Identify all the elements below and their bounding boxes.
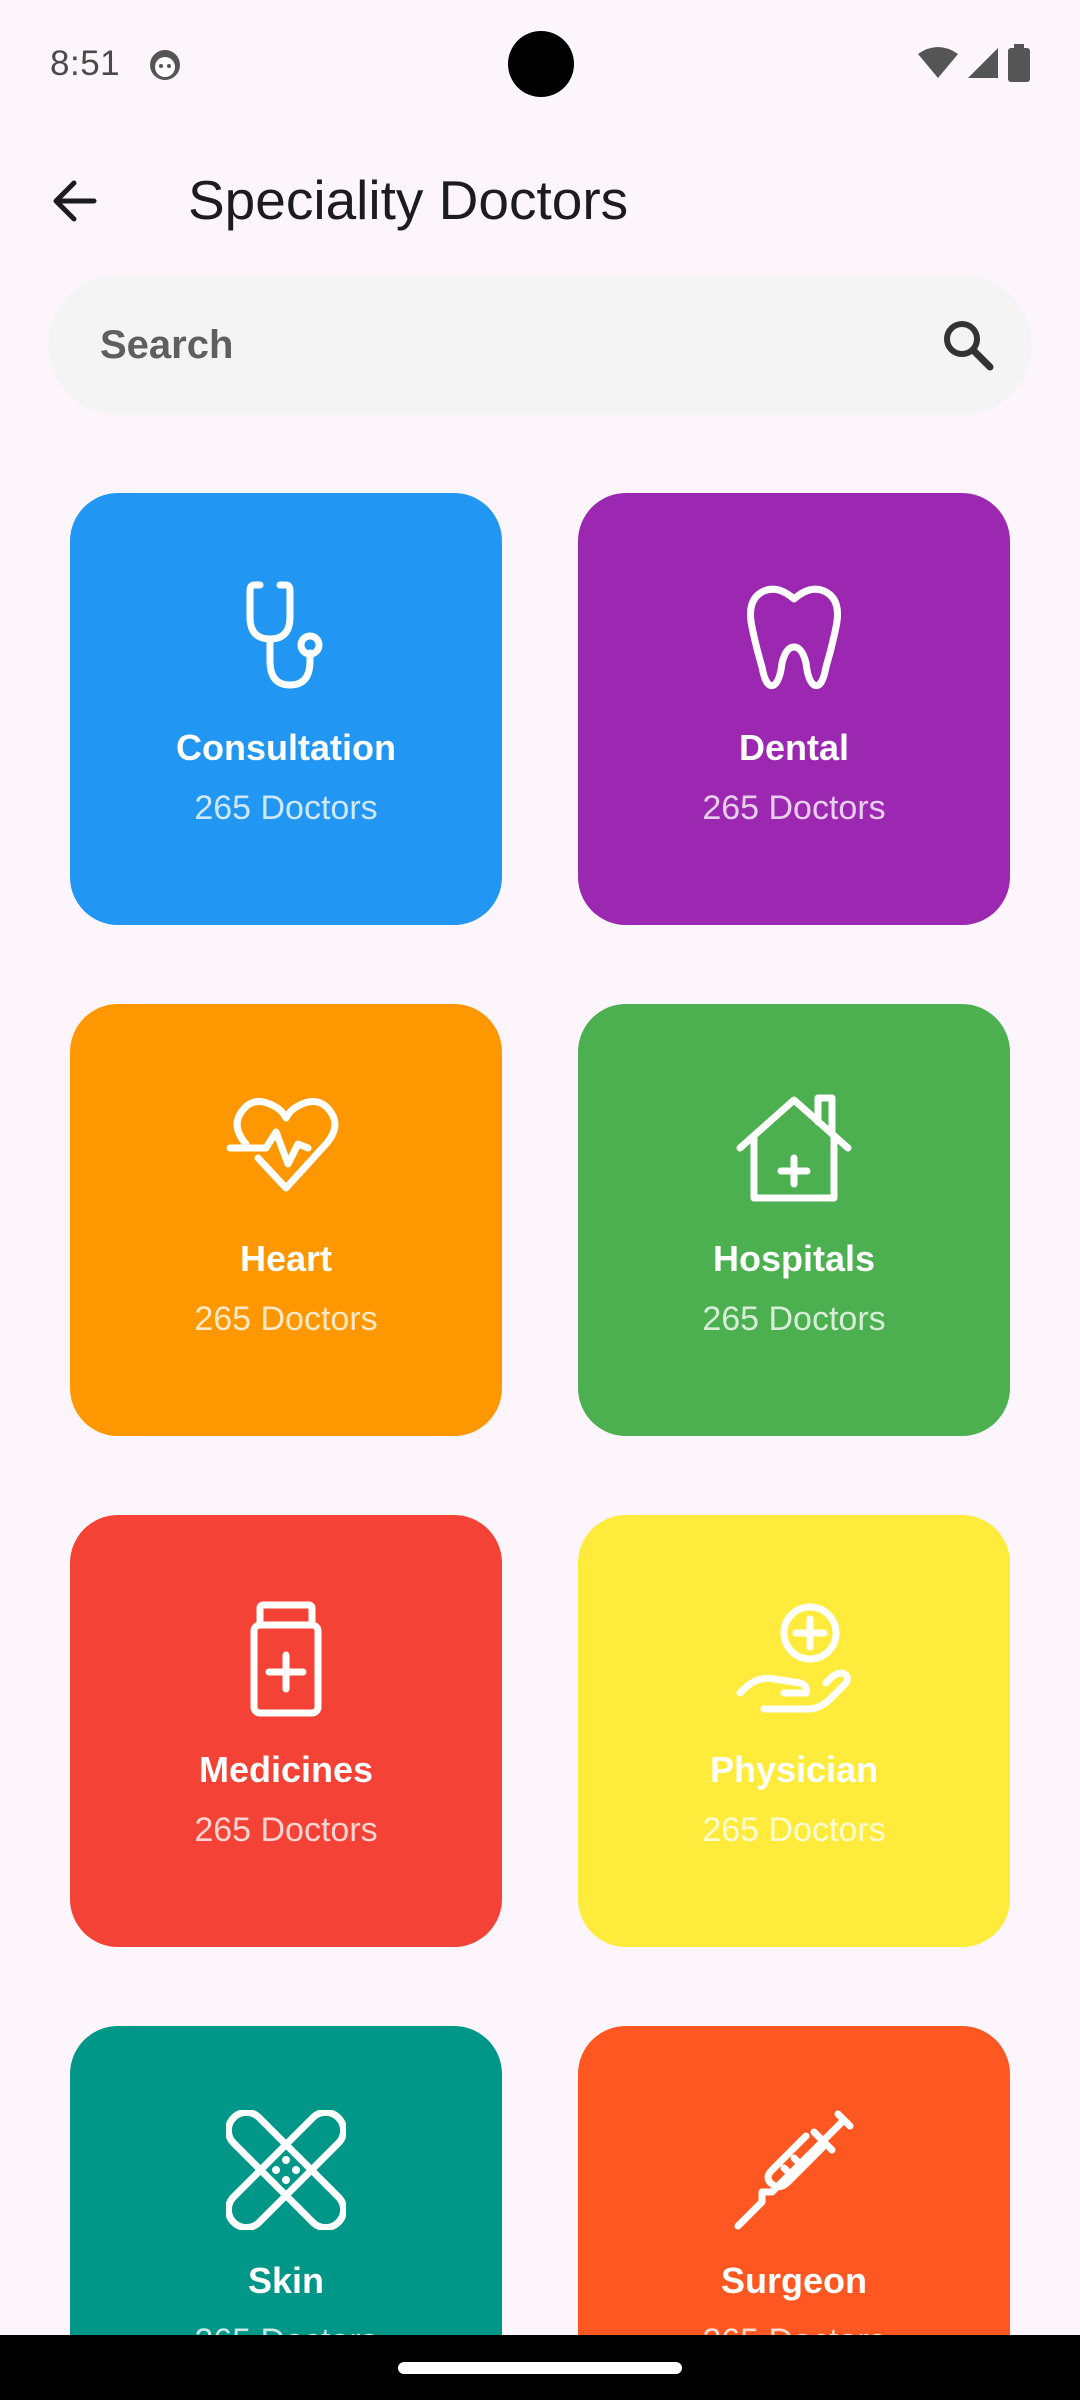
card-doctor-count: 265 Doctors bbox=[702, 789, 886, 827]
category-card-heart[interactable]: Heart 265 Doctors bbox=[70, 1004, 502, 1436]
status-time: 8:51 bbox=[50, 44, 121, 83]
battery-icon bbox=[1008, 44, 1030, 82]
tooth-icon bbox=[747, 585, 841, 690]
card-doctor-count: 265 Doctors bbox=[194, 1300, 378, 1338]
card-title: Dental bbox=[738, 727, 850, 768]
search-bar[interactable] bbox=[48, 275, 1032, 415]
card-title: Hospitals bbox=[712, 1238, 876, 1279]
card-doctor-count: 265 Doctors bbox=[194, 789, 378, 827]
syringe-icon bbox=[734, 2110, 854, 2230]
card-doctor-count: 265 Doctors bbox=[194, 1811, 378, 1849]
category-card-physician[interactable]: Physician 265 Doctors bbox=[578, 1515, 1010, 1947]
card-title: Skin bbox=[247, 2260, 325, 2301]
heart-pulse-icon bbox=[226, 1098, 339, 1192]
hospital-house-icon bbox=[736, 1094, 852, 1202]
card-title: Heart bbox=[239, 1238, 333, 1279]
back-button[interactable] bbox=[34, 166, 114, 236]
search-icon[interactable] bbox=[940, 317, 996, 373]
home-gesture-handle[interactable] bbox=[398, 2362, 682, 2374]
category-card-hospitals[interactable]: Hospitals 265 Doctors bbox=[578, 1004, 1010, 1436]
card-doctor-count: 265 Doctors bbox=[702, 1811, 886, 1849]
gesture-navigation-bar bbox=[0, 2335, 1080, 2400]
speciality-grid: Consultation 265 Doctors Dental 265 Doct… bbox=[70, 493, 1010, 2400]
card-title: Consultation bbox=[176, 727, 396, 768]
bandage-icon bbox=[226, 2110, 346, 2230]
category-card-dental[interactable]: Dental 265 Doctors bbox=[578, 493, 1010, 925]
card-title: Physician bbox=[709, 1749, 879, 1790]
card-title: Surgeon bbox=[720, 2260, 867, 2301]
status-bar: 8:51 bbox=[0, 0, 1080, 128]
card-title: Medicines bbox=[198, 1749, 374, 1790]
hand-plus-icon bbox=[736, 1603, 851, 1713]
stethoscope-icon bbox=[246, 581, 323, 689]
card-doctor-count: 265 Doctors bbox=[702, 1300, 886, 1338]
cellular-signal-icon bbox=[968, 48, 998, 78]
search-input[interactable] bbox=[100, 322, 900, 368]
wifi-icon bbox=[918, 47, 958, 78]
notification-face-icon bbox=[150, 50, 180, 80]
app-bar: Speciality Doctors bbox=[0, 150, 1080, 250]
page-title: Speciality Doctors bbox=[188, 169, 629, 231]
arrow-back-icon bbox=[53, 180, 97, 222]
category-card-consultation[interactable]: Consultation 265 Doctors bbox=[70, 493, 502, 925]
medicine-bottle-icon bbox=[250, 1601, 322, 1717]
camera-cutout bbox=[508, 31, 574, 97]
status-icons bbox=[918, 44, 1030, 82]
category-card-medicines[interactable]: Medicines 265 Doctors bbox=[70, 1515, 502, 1947]
